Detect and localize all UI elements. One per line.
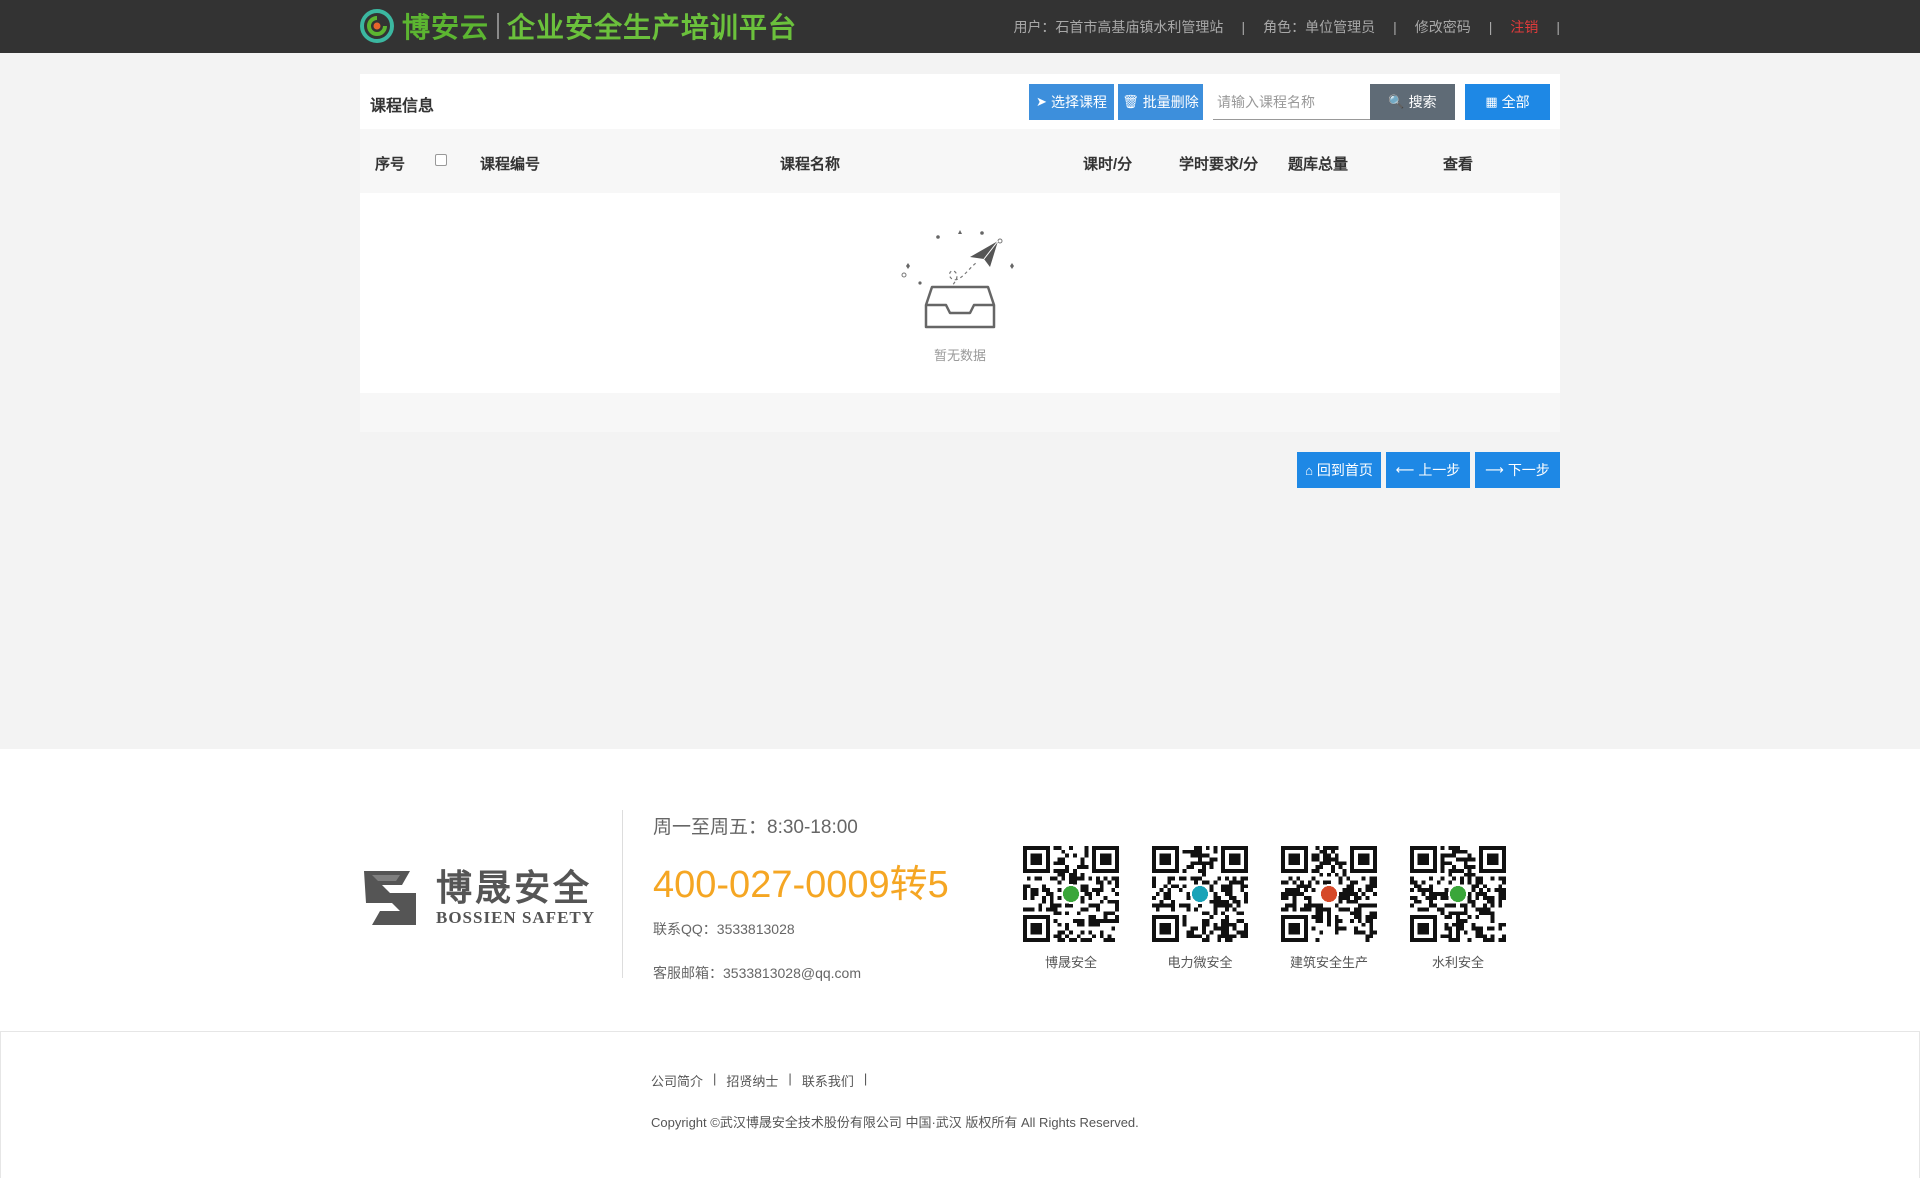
column-header: 课程编号 bbox=[480, 156, 541, 173]
copyright-bar: 公司简介 | 招贤纳士 | 联系我们 | Copyright ©武汉博晟安全技术… bbox=[0, 1031, 1920, 1178]
role-label: 角色：单位管理员 bbox=[1263, 18, 1376, 35]
link-separator: | bbox=[863, 1071, 868, 1086]
next-step-button[interactable]: ⟶ 下一步 bbox=[1475, 452, 1560, 488]
table-header: 序号 课程编号 课程名称 课时/分 学时要求/分 题库总量 查看 bbox=[360, 129, 1560, 193]
link-separator: | bbox=[713, 1071, 717, 1086]
user-label: 用户：石首市高基庙镇水利管理站 bbox=[1013, 18, 1224, 35]
link-separator: | bbox=[788, 1071, 792, 1086]
prev-step-label: 上一步 bbox=[1418, 462, 1461, 478]
service-hours: 周一至周五：8:30-18:00 bbox=[653, 817, 858, 838]
footer-divider bbox=[622, 810, 623, 978]
column-header: 课时/分 bbox=[1083, 156, 1133, 173]
nav-divider: | bbox=[1556, 18, 1560, 35]
panel-header: 课程信息 ➤ 选择课程 🗑 批量删除 🔍 搜索 ▦ 全部 bbox=[360, 74, 1560, 129]
copyright-text: Copyright ©武汉博晟安全技术股份有限公司 中国·武汉 版权所有 All… bbox=[651, 1115, 1139, 1130]
footer: 博晟安全 BOSSIEN SAFETY 周一至周五：8:30-18:00 400… bbox=[0, 749, 1920, 1031]
empty-box-icon bbox=[890, 225, 1030, 335]
home-label: 回到首页 bbox=[1316, 462, 1373, 478]
column-header: 查看 bbox=[1443, 156, 1474, 173]
search-label: 搜索 bbox=[1408, 94, 1437, 110]
select-course-label: 选择课程 bbox=[1050, 94, 1107, 110]
qr-code-label: 电力微安全 bbox=[1167, 955, 1233, 970]
qr-code-item: 水利安全 bbox=[1410, 846, 1506, 971]
next-step-label: 下一步 bbox=[1507, 462, 1550, 478]
footer-logo: 博晟安全 BOSSIEN SAFETY bbox=[360, 867, 595, 929]
logo-swirl-icon bbox=[360, 9, 394, 43]
search-icon: 🔍 bbox=[1388, 94, 1405, 109]
batch-delete-button[interactable]: 🗑 批量删除 bbox=[1118, 84, 1203, 120]
column-header: 学时要求/分 bbox=[1179, 156, 1259, 173]
logout-link[interactable]: 注销 bbox=[1510, 17, 1538, 37]
column-header: 序号 bbox=[375, 156, 406, 173]
hotline-number: 400-027-0009转5 bbox=[653, 864, 949, 906]
panel-title: 课程信息 bbox=[370, 98, 435, 115]
qr-code-item: 建筑安全生产 bbox=[1281, 846, 1377, 971]
arrow-right-icon: ⟶ bbox=[1485, 462, 1504, 477]
qr-code-label: 博晟安全 bbox=[1044, 955, 1097, 970]
contact-us-link[interactable]: 联系我们 bbox=[802, 1071, 854, 1090]
cursor-icon: ➤ bbox=[1036, 94, 1047, 109]
table-body: 暂无数据 bbox=[360, 193, 1560, 393]
contact-email: 客服邮箱：3533813028@qq.com bbox=[653, 965, 861, 981]
logo-divider bbox=[497, 13, 500, 39]
bossien-logo-icon bbox=[364, 871, 416, 925]
footer-logo-en: BOSSIEN SAFETY bbox=[436, 908, 596, 927]
course-panel: 课程信息 ➤ 选择课程 🗑 批量删除 🔍 搜索 ▦ 全部 序号 课程编号 课程名… bbox=[360, 74, 1560, 432]
footer-logo-cn: 博晟安全 bbox=[436, 867, 593, 908]
batch-delete-label: 批量删除 bbox=[1142, 94, 1199, 110]
empty-state-text: 暂无数据 bbox=[933, 348, 986, 363]
company-intro-link[interactable]: 公司简介 bbox=[651, 1071, 703, 1090]
user-nav: 用户：石首市高基庙镇水利管理站 | 角色：单位管理员 | 修改密码 | 注销 | bbox=[1013, 0, 1560, 53]
trash-icon: 🗑 bbox=[1122, 94, 1139, 109]
site-logo[interactable]: 博安云 企业安全生产培训平台 bbox=[360, 6, 797, 46]
arrow-left-icon: ⟵ bbox=[1395, 462, 1415, 477]
column-header: 题库总量 bbox=[1288, 156, 1349, 173]
all-label: 全部 bbox=[1501, 94, 1530, 110]
home-icon: ⌂ bbox=[1305, 462, 1313, 478]
qr-code-item: 博晟安全 bbox=[1023, 846, 1119, 971]
home-button[interactable]: ⌂ 回到首页 bbox=[1297, 452, 1381, 488]
footer-links: 公司简介 | 招贤纳士 | 联系我们 | bbox=[651, 1071, 877, 1090]
grid-icon: ▦ bbox=[1485, 94, 1498, 109]
change-password-link[interactable]: 修改密码 bbox=[1415, 17, 1471, 37]
all-button[interactable]: ▦ 全部 bbox=[1465, 84, 1550, 120]
qr-code-icon bbox=[1410, 846, 1506, 942]
qr-code-label: 建筑安全生产 bbox=[1289, 955, 1368, 970]
qr-code-icon bbox=[1152, 846, 1248, 942]
select-all-checkbox[interactable] bbox=[435, 154, 447, 166]
nav-divider: | bbox=[1241, 18, 1246, 35]
top-bar: 博安云 企业安全生产培训平台 用户：石首市高基庙镇水利管理站 | 角色：单位管理… bbox=[0, 0, 1920, 53]
nav-divider: | bbox=[1488, 18, 1493, 35]
search-button[interactable]: 🔍 搜索 bbox=[1370, 84, 1455, 120]
qr-code-item: 电力微安全 bbox=[1152, 846, 1248, 971]
select-course-button[interactable]: ➤ 选择课程 bbox=[1029, 84, 1114, 120]
qr-code-icon bbox=[1281, 846, 1377, 942]
column-header: 课程名称 bbox=[780, 156, 841, 173]
nav-divider: | bbox=[1393, 18, 1397, 35]
careers-link[interactable]: 招贤纳士 bbox=[726, 1071, 778, 1090]
qr-code-icon bbox=[1023, 846, 1119, 942]
prev-step-button[interactable]: ⟵ 上一步 bbox=[1386, 452, 1470, 488]
qr-code-label: 水利安全 bbox=[1431, 955, 1484, 970]
brand-name: 博安云 bbox=[402, 12, 490, 43]
course-search-input[interactable] bbox=[1213, 84, 1371, 120]
platform-title: 企业安全生产培训平台 bbox=[507, 12, 798, 43]
contact-qq: 联系QQ：3533813028 bbox=[653, 921, 795, 937]
